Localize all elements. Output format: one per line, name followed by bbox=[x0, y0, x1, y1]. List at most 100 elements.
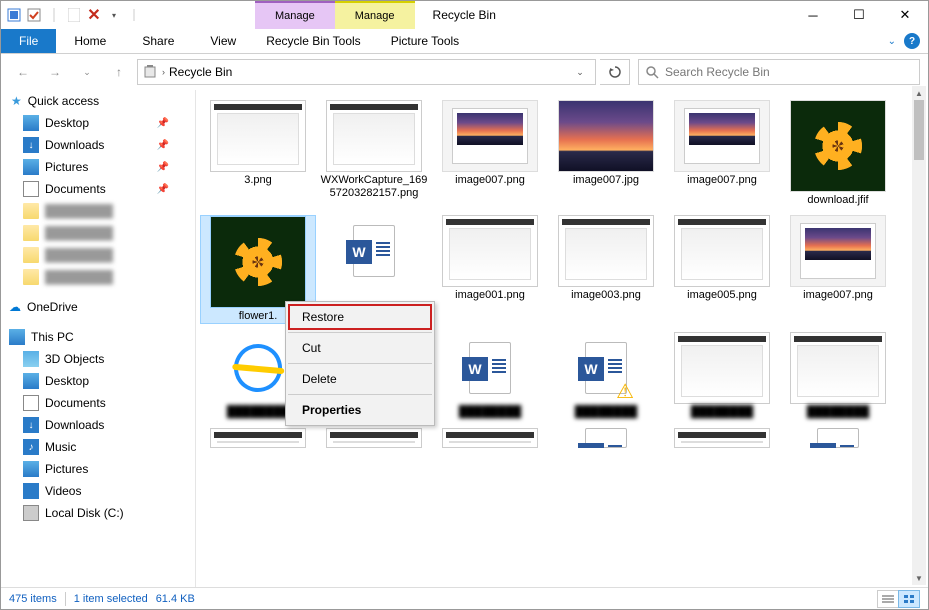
refresh-button[interactable] bbox=[600, 59, 630, 85]
file-item[interactable] bbox=[316, 428, 432, 448]
recycle-bin-icon[interactable] bbox=[5, 6, 23, 24]
blank-doc-icon[interactable] bbox=[65, 6, 83, 24]
ctx-cut[interactable]: Cut bbox=[288, 335, 432, 361]
properties-icon[interactable] bbox=[25, 6, 43, 24]
address-dropdown[interactable]: ⌄ bbox=[569, 67, 591, 78]
sidebar-item-downloads[interactable]: ↓Downloads📌 bbox=[1, 134, 195, 156]
navigation-pane[interactable]: ★ Quick access Desktop📌 ↓Downloads📌 Pict… bbox=[1, 90, 196, 588]
sidebar-item-desktop[interactable]: Desktop📌 bbox=[1, 112, 195, 134]
recycle-bin-path-icon bbox=[142, 63, 158, 82]
thispc-label: This PC bbox=[31, 330, 74, 344]
quick-access-star-icon: ★ bbox=[11, 94, 22, 108]
ctx-restore[interactable]: Restore bbox=[288, 304, 432, 330]
file-item[interactable]: image001.png bbox=[432, 215, 548, 324]
folder-icon bbox=[23, 203, 39, 219]
sidebar-item-pictures[interactable]: Pictures📌 bbox=[1, 156, 195, 178]
file-name: image007.png bbox=[803, 289, 873, 302]
file-item[interactable]: image007.png bbox=[664, 100, 780, 207]
thispc-icon bbox=[9, 329, 25, 345]
vertical-scrollbar[interactable]: ▲ ▼ bbox=[912, 86, 926, 585]
path-chevron-icon[interactable]: › bbox=[162, 67, 165, 77]
file-name: image001.png bbox=[455, 289, 525, 302]
forward-button[interactable]: → bbox=[41, 58, 69, 86]
address-box[interactable]: › Recycle Bin ⌄ bbox=[137, 59, 596, 85]
tab-picture-tools[interactable]: Picture Tools bbox=[373, 29, 477, 53]
ribbon-collapse-icon[interactable]: ⌄ bbox=[888, 36, 896, 47]
scroll-thumb[interactable] bbox=[914, 100, 924, 160]
search-box[interactable]: Search Recycle Bin bbox=[638, 59, 920, 85]
close-button[interactable]: ✕ bbox=[882, 1, 928, 29]
file-item[interactable]: ████████ bbox=[664, 332, 780, 419]
file-item[interactable] bbox=[432, 428, 548, 448]
file-item[interactable] bbox=[548, 428, 664, 448]
file-item[interactable]: image007.png bbox=[780, 215, 896, 324]
folder-icon bbox=[23, 225, 39, 241]
file-item[interactable]: download.jfif bbox=[780, 100, 896, 207]
ctx-properties[interactable]: Properties bbox=[288, 397, 432, 423]
thumbnail bbox=[326, 215, 422, 287]
thumbnail bbox=[210, 216, 306, 308]
file-item[interactable]: 3.png bbox=[200, 100, 316, 207]
file-name: flower1. bbox=[239, 310, 278, 323]
maximize-button[interactable]: ☐ bbox=[836, 1, 882, 29]
sidebar-item-downloads2[interactable]: ↓Downloads bbox=[1, 414, 195, 436]
sidebar-item-documents2[interactable]: Documents bbox=[1, 392, 195, 414]
qat-dropdown-icon[interactable]: ▾ bbox=[105, 6, 123, 24]
scroll-up-arrow[interactable]: ▲ bbox=[912, 86, 926, 100]
sidebar-item-3dobjects[interactable]: 3D Objects bbox=[1, 348, 195, 370]
recent-dropdown[interactable]: ⌄ bbox=[73, 58, 101, 86]
selection-size: 61.4 KB bbox=[156, 593, 195, 605]
sidebar-onedrive[interactable]: ☁OneDrive bbox=[1, 296, 195, 318]
desktop-label: Desktop bbox=[45, 374, 89, 388]
sidebar-item-music[interactable]: ♪Music bbox=[1, 436, 195, 458]
sidebar-item-blurred[interactable]: ████████ bbox=[1, 200, 195, 222]
file-tab[interactable]: File bbox=[1, 29, 56, 53]
file-item[interactable]: ⚠████████ bbox=[548, 332, 664, 419]
breadcrumb-location[interactable]: Recycle Bin bbox=[169, 65, 232, 79]
ribbon-tabs: File Home Share View Recycle Bin Tools P… bbox=[1, 29, 928, 54]
up-button[interactable]: ↑ bbox=[105, 58, 133, 86]
icons-view-button[interactable] bbox=[898, 590, 920, 608]
onedrive-icon: ☁ bbox=[9, 300, 21, 314]
blurred-label: ████████ bbox=[45, 270, 113, 284]
help-icon[interactable]: ? bbox=[904, 33, 920, 49]
tab-view[interactable]: View bbox=[192, 29, 254, 53]
minimize-button[interactable]: ─ bbox=[790, 1, 836, 29]
file-item[interactable]: ████████ bbox=[780, 332, 896, 419]
sidebar-item-desktop2[interactable]: Desktop bbox=[1, 370, 195, 392]
file-item[interactable] bbox=[200, 428, 316, 448]
tab-recycle-tools[interactable]: Recycle Bin Tools bbox=[254, 29, 373, 53]
scroll-down-arrow[interactable]: ▼ bbox=[912, 571, 926, 585]
delete-x-icon[interactable]: ✕ bbox=[85, 6, 103, 24]
address-bar: ← → ⌄ ↑ › Recycle Bin ⌄ Search Recycle B… bbox=[1, 54, 928, 90]
file-name: image003.png bbox=[571, 289, 641, 302]
tab-home[interactable]: Home bbox=[56, 29, 124, 53]
sidebar-item-localdisk[interactable]: Local Disk (C:) bbox=[1, 502, 195, 524]
file-item[interactable] bbox=[780, 428, 896, 448]
file-item[interactable] bbox=[664, 428, 780, 448]
search-placeholder: Search Recycle Bin bbox=[665, 65, 770, 79]
ctx-delete[interactable]: Delete bbox=[288, 366, 432, 392]
thumbnail bbox=[558, 215, 654, 287]
sidebar-item-videos[interactable]: Videos bbox=[1, 480, 195, 502]
sidebar-item-blurred[interactable]: ████████ bbox=[1, 244, 195, 266]
sidebar-item-pictures2[interactable]: Pictures bbox=[1, 458, 195, 480]
sidebar-item-blurred[interactable]: ████████ bbox=[1, 266, 195, 288]
quick-access-header[interactable]: ★ Quick access bbox=[1, 90, 195, 112]
view-switcher bbox=[878, 590, 920, 608]
sidebar-thispc[interactable]: This PC bbox=[1, 326, 195, 348]
documents-label: Documents bbox=[45, 182, 106, 196]
file-item[interactable]: WXWorkCapture_16957203282157.png bbox=[316, 100, 432, 207]
file-name: ████████ bbox=[807, 406, 869, 419]
file-item[interactable]: image007.jpg bbox=[548, 100, 664, 207]
details-view-button[interactable] bbox=[877, 590, 899, 608]
back-button[interactable]: ← bbox=[9, 58, 37, 86]
sidebar-item-blurred[interactable]: ████████ bbox=[1, 222, 195, 244]
file-item[interactable]: image003.png bbox=[548, 215, 664, 324]
file-item[interactable]: ████████ bbox=[432, 332, 548, 419]
file-item[interactable]: image005.png bbox=[664, 215, 780, 324]
file-item[interactable]: image007.png bbox=[432, 100, 548, 207]
tab-share[interactable]: Share bbox=[124, 29, 192, 53]
sidebar-item-documents[interactable]: Documents📌 bbox=[1, 178, 195, 200]
documents-icon bbox=[23, 395, 39, 411]
